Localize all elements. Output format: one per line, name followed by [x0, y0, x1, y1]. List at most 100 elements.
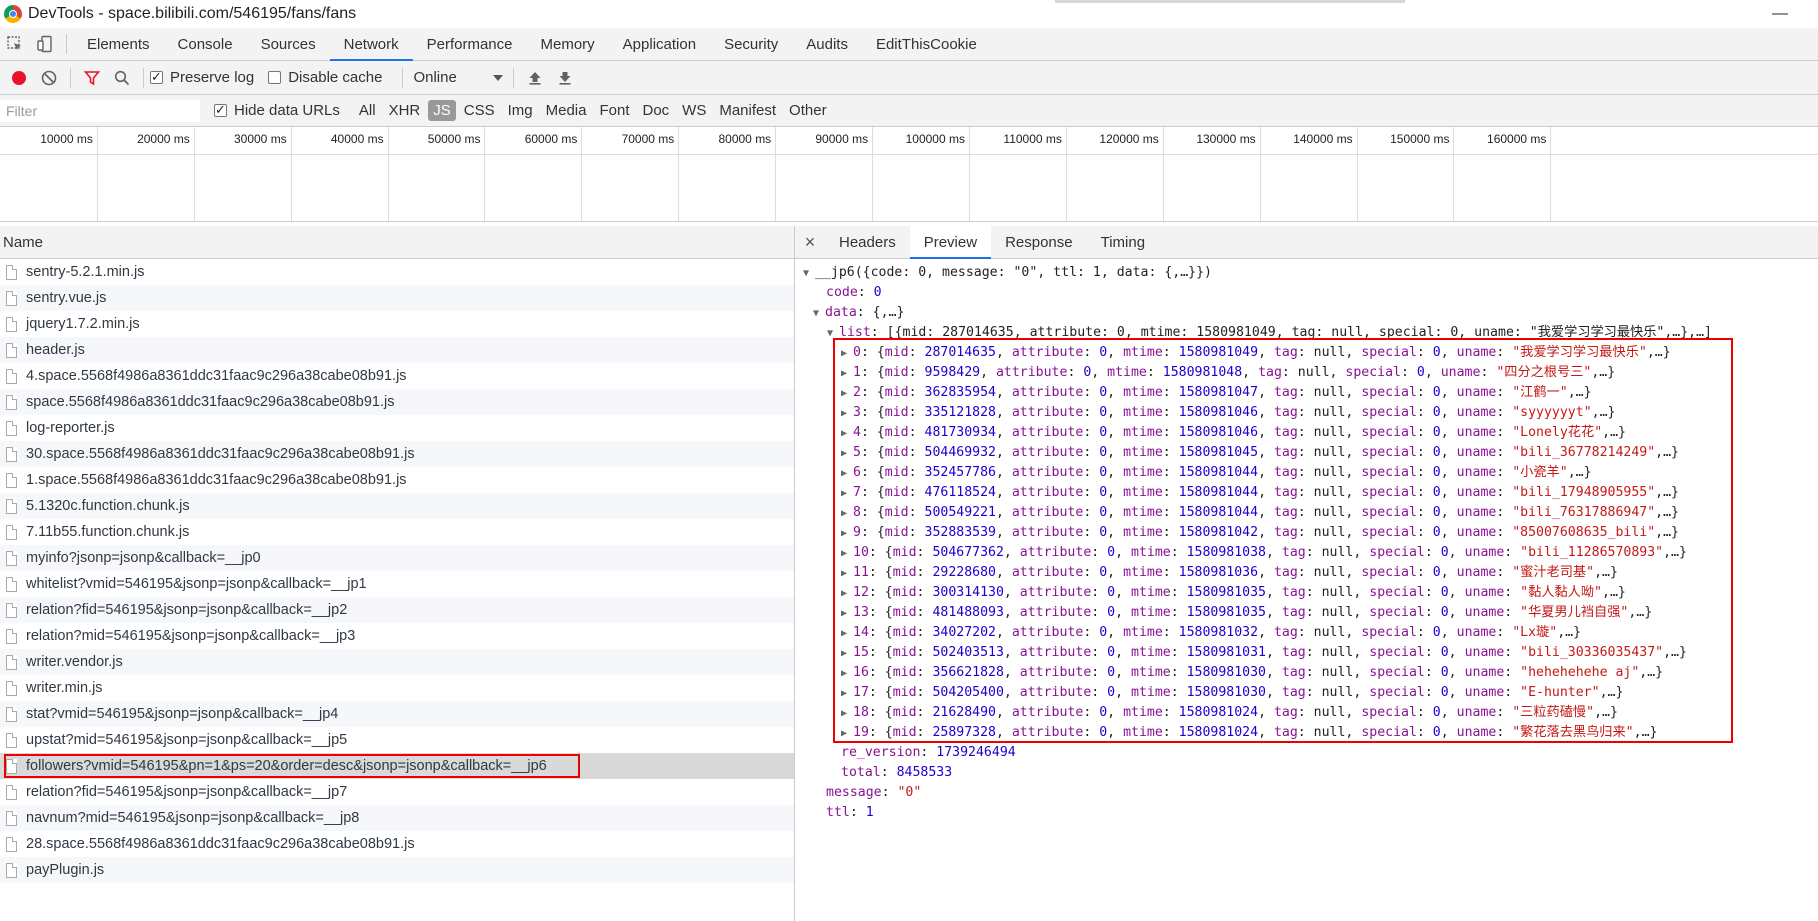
request-row[interactable]: log-reporter.js: [0, 415, 794, 441]
list-item[interactable]: ▶ 7: {mid: 476118524, attribute: 0, mtime…: [795, 483, 1818, 503]
collapsed-triangle-icon[interactable]: ▶: [841, 564, 853, 584]
collapsed-triangle-icon[interactable]: ▶: [841, 424, 853, 444]
request-row[interactable]: upstat?mid=546195&jsonp=jsonp&callback=_…: [0, 727, 794, 753]
filter-type-ws[interactable]: WS: [677, 100, 711, 121]
list-item[interactable]: ▶ 0: {mid: 287014635, attribute: 0, mtime…: [795, 343, 1818, 363]
minimize-button[interactable]: —: [1772, 5, 1788, 23]
collapsed-triangle-icon[interactable]: ▶: [841, 384, 853, 404]
request-row[interactable]: whitelist?vmid=546195&jsonp=jsonp&callba…: [0, 571, 794, 597]
list-item[interactable]: ▶ 5: {mid: 504469932, attribute: 0, mtime…: [795, 443, 1818, 463]
record-button[interactable]: [4, 63, 34, 93]
list-item[interactable]: ▶ 2: {mid: 362835954, attribute: 0, mtime…: [795, 383, 1818, 403]
filter-type-js[interactable]: JS: [428, 100, 456, 121]
list-item[interactable]: ▶ 10: {mid: 504677362, attribute: 0, mtim…: [795, 543, 1818, 563]
tab-console[interactable]: Console: [164, 28, 247, 60]
request-row[interactable]: 1.space.5568f4986a8361ddc31faac9c296a38c…: [0, 467, 794, 493]
filter-type-img[interactable]: Img: [503, 100, 538, 121]
detail-tab-headers[interactable]: Headers: [825, 226, 910, 258]
tab-audits[interactable]: Audits: [792, 28, 862, 60]
tab-application[interactable]: Application: [609, 28, 710, 60]
collapsed-triangle-icon[interactable]: ▶: [841, 464, 853, 484]
checkbox-box[interactable]: [150, 69, 163, 85]
list-item[interactable]: ▶ 15: {mid: 502403513, attribute: 0, mtim…: [795, 643, 1818, 663]
request-row[interactable]: writer.vendor.js: [0, 649, 794, 675]
filter-type-font[interactable]: Font: [594, 100, 634, 121]
filter-type-other[interactable]: Other: [784, 100, 832, 121]
filter-type-css[interactable]: CSS: [459, 100, 500, 121]
tab-editthiscookie[interactable]: EditThisCookie: [862, 28, 991, 60]
collapsed-triangle-icon[interactable]: ▶: [841, 364, 853, 384]
tab-security[interactable]: Security: [710, 28, 792, 60]
collapsed-triangle-icon[interactable]: ▶: [841, 404, 853, 424]
close-detail-button[interactable]: ×: [795, 226, 825, 258]
expanded-triangle-icon[interactable]: ▼: [827, 324, 839, 344]
collapsed-triangle-icon[interactable]: ▶: [841, 724, 853, 744]
list-item[interactable]: ▶ 1: {mid: 9598429, attribute: 0, mtime: …: [795, 363, 1818, 383]
request-row[interactable]: 28.space.5568f4986a8361ddc31faac9c296a38…: [0, 831, 794, 857]
request-row[interactable]: 30.space.5568f4986a8361ddc31faac9c296a38…: [0, 441, 794, 467]
collapsed-triangle-icon[interactable]: ▶: [841, 704, 853, 724]
tab-sources[interactable]: Sources: [247, 28, 330, 60]
throttling-select[interactable]: Online: [409, 69, 507, 86]
request-row[interactable]: relation?fid=546195&jsonp=jsonp&callback…: [0, 597, 794, 623]
collapsed-triangle-icon[interactable]: ▶: [841, 444, 853, 464]
list-item[interactable]: ▶ 17: {mid: 504205400, attribute: 0, mtim…: [795, 683, 1818, 703]
collapsed-triangle-icon[interactable]: ▶: [841, 604, 853, 624]
request-row[interactable]: 7.11b55.function.chunk.js: [0, 519, 794, 545]
request-row[interactable]: header.js: [0, 337, 794, 363]
collapsed-triangle-icon[interactable]: ▶: [841, 484, 853, 504]
filter-type-manifest[interactable]: Manifest: [714, 100, 781, 121]
filter-icon[interactable]: [77, 63, 107, 93]
checkbox-box[interactable]: [268, 71, 282, 84]
request-row[interactable]: writer.min.js: [0, 675, 794, 701]
detail-tab-preview[interactable]: Preview: [909, 226, 992, 259]
import-har-icon[interactable]: [520, 63, 550, 93]
list-item[interactable]: ▶ 3: {mid: 335121828, attribute: 0, mtime…: [795, 403, 1818, 423]
list-item[interactable]: ▶ 18: {mid: 21628490, attribute: 0, mtime…: [795, 703, 1818, 723]
request-row[interactable]: navnum?mid=546195&jsonp=jsonp&callback=_…: [0, 805, 794, 831]
request-row[interactable]: relation?mid=546195&jsonp=jsonp&callback…: [0, 623, 794, 649]
expanded-triangle-icon[interactable]: ▼: [803, 264, 815, 284]
timeline-overview[interactable]: 10000 ms 20000 ms 30000 ms 40000 ms 50000 ms…: [0, 127, 1818, 222]
request-row[interactable]: sentry.vue.js: [0, 285, 794, 311]
detail-tab-response[interactable]: Response: [991, 226, 1087, 258]
preview-root-line[interactable]: ▼ __jp6({code: 0, message: "0", ttl: 1, d…: [795, 263, 1818, 283]
request-row[interactable]: sentry-5.2.1.min.js: [0, 259, 794, 285]
filter-type-xhr[interactable]: XHR: [384, 100, 426, 121]
request-row[interactable]: payPlugin.js: [0, 857, 794, 883]
tab-network[interactable]: Network: [329, 28, 413, 61]
expanded-triangle-icon[interactable]: ▼: [813, 304, 825, 324]
preview-list-line[interactable]: ▼ list: [{mid: 287014635, attribute: 0, m…: [795, 323, 1818, 343]
list-item[interactable]: ▶ 14: {mid: 34027202, attribute: 0, mtime…: [795, 623, 1818, 643]
name-column-header[interactable]: Name: [0, 226, 794, 259]
filter-type-media[interactable]: Media: [541, 100, 592, 121]
device-toolbar-icon[interactable]: [30, 28, 60, 60]
collapsed-triangle-icon[interactable]: ▶: [841, 644, 853, 664]
collapsed-triangle-icon[interactable]: ▶: [841, 684, 853, 704]
hide-data-urls-checkbox[interactable]: Hide data URLs: [214, 102, 340, 119]
tab-performance[interactable]: Performance: [413, 28, 527, 60]
list-item[interactable]: ▶ 8: {mid: 500549221, attribute: 0, mtime…: [795, 503, 1818, 523]
filter-type-doc[interactable]: Doc: [637, 100, 674, 121]
request-row[interactable]: followers?vmid=546195&pn=1&ps=20&order=d…: [0, 753, 794, 779]
tab-elements[interactable]: Elements: [73, 28, 164, 60]
list-item[interactable]: ▶ 12: {mid: 300314130, attribute: 0, mtim…: [795, 583, 1818, 603]
collapsed-triangle-icon[interactable]: ▶: [841, 584, 853, 604]
checkbox-box[interactable]: [214, 102, 227, 118]
filter-input[interactable]: Filter: [0, 99, 200, 122]
search-icon[interactable]: [107, 63, 137, 93]
export-har-icon[interactable]: [550, 63, 580, 93]
request-row[interactable]: myinfo?jsonp=jsonp&callback=__jp0: [0, 545, 794, 571]
collapsed-triangle-icon[interactable]: ▶: [841, 544, 853, 564]
filter-type-all[interactable]: All: [354, 100, 381, 121]
disable-cache-checkbox[interactable]: Disable cache: [268, 69, 382, 86]
request-row[interactable]: stat?vmid=546195&jsonp=jsonp&callback=__…: [0, 701, 794, 727]
detail-tab-timing[interactable]: Timing: [1087, 226, 1159, 258]
request-row[interactable]: 5.1320c.function.chunk.js: [0, 493, 794, 519]
request-row[interactable]: jquery1.7.2.min.js: [0, 311, 794, 337]
preview-data-line[interactable]: ▼ data: {,…}: [795, 303, 1818, 323]
collapsed-triangle-icon[interactable]: ▶: [841, 344, 853, 364]
tab-memory[interactable]: Memory: [527, 28, 609, 60]
collapsed-triangle-icon[interactable]: ▶: [841, 624, 853, 644]
request-row[interactable]: 4.space.5568f4986a8361ddc31faac9c296a38c…: [0, 363, 794, 389]
